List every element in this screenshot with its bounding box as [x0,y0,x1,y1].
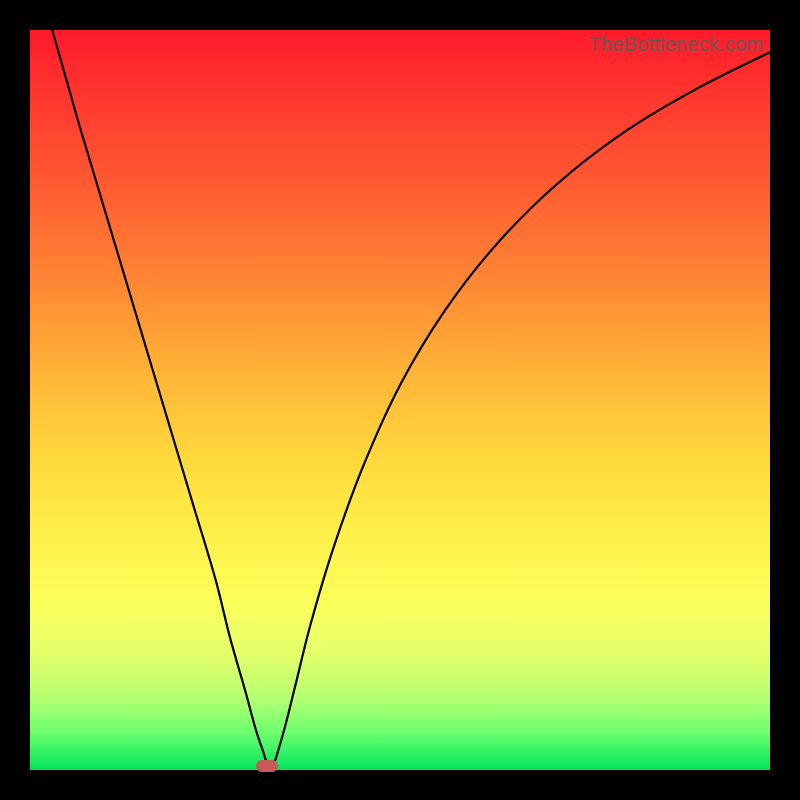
plot-area: TheBottleneck.com [30,30,770,770]
optimum-marker [256,760,278,772]
bottleneck-curve [30,30,770,770]
chart-frame: TheBottleneck.com [0,0,800,800]
